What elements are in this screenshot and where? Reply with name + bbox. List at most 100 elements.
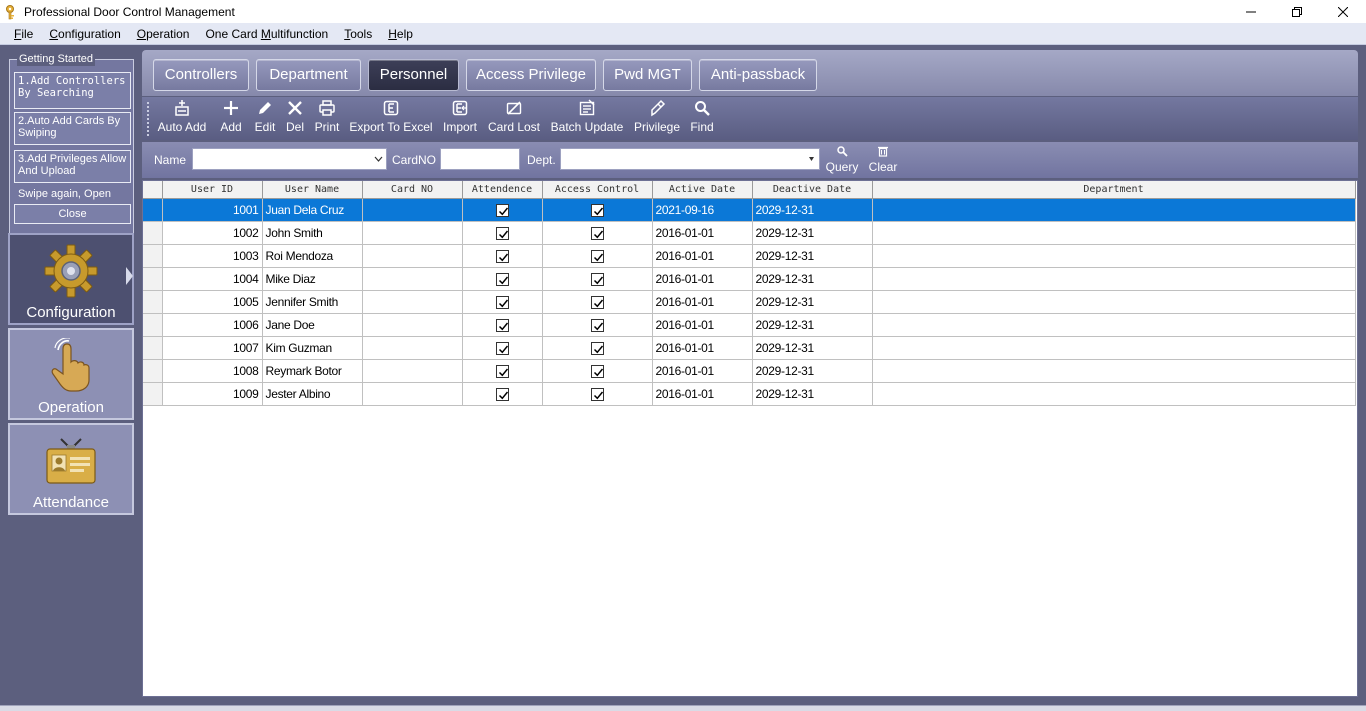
checkbox[interactable] bbox=[590, 295, 604, 309]
tab-personnel[interactable]: Personnel bbox=[368, 59, 459, 91]
personnel-grid[interactable]: User ID User Name Card NO Attendence Acc… bbox=[142, 180, 1358, 697]
checkbox[interactable] bbox=[590, 341, 604, 355]
toolbar-grip[interactable] bbox=[147, 102, 149, 136]
card-no-cell[interactable] bbox=[362, 313, 463, 337]
export-to-excel-button[interactable]: Export To Excel bbox=[348, 99, 434, 139]
column-header-user-id[interactable]: User ID bbox=[162, 181, 263, 199]
row-header-cell[interactable] bbox=[143, 359, 163, 383]
user-name-cell[interactable]: Jane Doe bbox=[262, 313, 363, 337]
access-control-checkbox-cell[interactable] bbox=[542, 359, 653, 383]
access-control-checkbox-cell[interactable] bbox=[542, 198, 653, 222]
checkbox[interactable] bbox=[495, 295, 509, 309]
close-window-button[interactable] bbox=[1320, 0, 1366, 23]
attendance-checkbox-cell[interactable] bbox=[462, 221, 543, 245]
name-combobox[interactable] bbox=[192, 148, 387, 170]
nav-configuration[interactable]: Configuration bbox=[8, 233, 134, 325]
checkbox[interactable] bbox=[495, 364, 509, 378]
row-header-cell[interactable] bbox=[143, 382, 163, 406]
cardno-input[interactable] bbox=[440, 148, 520, 170]
attendance-checkbox-cell[interactable] bbox=[462, 336, 543, 360]
checkbox[interactable] bbox=[495, 203, 509, 217]
getting-started-close-button[interactable]: Close bbox=[14, 204, 131, 224]
checkbox[interactable] bbox=[495, 272, 509, 286]
find-button[interactable]: Find bbox=[688, 99, 716, 139]
edit-button[interactable]: Edit bbox=[250, 99, 280, 139]
card-no-cell[interactable] bbox=[362, 359, 463, 383]
attendance-checkbox-cell[interactable] bbox=[462, 359, 543, 383]
row-header-cell[interactable] bbox=[143, 221, 163, 245]
menu-help[interactable]: Help bbox=[380, 23, 421, 45]
access-control-checkbox-cell[interactable] bbox=[542, 290, 653, 314]
department-cell[interactable] bbox=[872, 359, 1356, 383]
user-name-cell[interactable]: John Smith bbox=[262, 221, 363, 245]
user-name-cell[interactable]: Reymark Botor bbox=[262, 359, 363, 383]
table-row[interactable]: 1008 Reymark Botor 2016-01-01 2029-12-31 bbox=[143, 359, 1356, 383]
department-cell[interactable] bbox=[872, 313, 1356, 337]
table-row[interactable]: 1004 Mike Diaz 2016-01-01 2029-12-31 bbox=[143, 267, 1356, 291]
attendance-checkbox-cell[interactable] bbox=[462, 313, 543, 337]
deactive-date-cell[interactable]: 2029-12-31 bbox=[752, 290, 873, 314]
tab-department[interactable]: Department bbox=[256, 59, 361, 91]
user-id-cell[interactable]: 1006 bbox=[162, 313, 263, 337]
print-button[interactable]: Print bbox=[312, 99, 342, 139]
department-cell[interactable] bbox=[872, 290, 1356, 314]
card-no-cell[interactable] bbox=[362, 244, 463, 268]
query-button[interactable]: Query bbox=[824, 145, 860, 174]
department-cell[interactable] bbox=[872, 336, 1356, 360]
menu-one-card-multifunction[interactable]: One Card Multifunction bbox=[197, 23, 336, 45]
table-row[interactable]: 1007 Kim Guzman 2016-01-01 2029-12-31 bbox=[143, 336, 1356, 360]
active-date-cell[interactable]: 2021-09-16 bbox=[652, 198, 753, 222]
access-control-checkbox-cell[interactable] bbox=[542, 267, 653, 291]
deactive-date-cell[interactable]: 2029-12-31 bbox=[752, 267, 873, 291]
user-id-cell[interactable]: 1003 bbox=[162, 244, 263, 268]
user-name-cell[interactable]: Juan Dela Cruz bbox=[262, 198, 363, 222]
getting-started-step-2[interactable]: 2.Auto Add Cards By Swiping bbox=[14, 112, 131, 145]
user-name-cell[interactable]: Kim Guzman bbox=[262, 336, 363, 360]
delete-button[interactable]: Del bbox=[282, 99, 308, 139]
checkbox[interactable] bbox=[495, 249, 509, 263]
active-date-cell[interactable]: 2016-01-01 bbox=[652, 290, 753, 314]
column-header-active-date[interactable]: Active Date bbox=[652, 181, 753, 199]
checkbox[interactable] bbox=[590, 272, 604, 286]
checkbox[interactable] bbox=[590, 364, 604, 378]
row-header-cell[interactable] bbox=[143, 198, 163, 222]
user-name-cell[interactable]: Mike Diaz bbox=[262, 267, 363, 291]
privilege-button[interactable]: Privilege bbox=[632, 99, 682, 139]
row-header-cell[interactable] bbox=[143, 313, 163, 337]
auto-add-button[interactable]: Auto Add bbox=[154, 99, 210, 139]
card-no-cell[interactable] bbox=[362, 267, 463, 291]
attendance-checkbox-cell[interactable] bbox=[462, 267, 543, 291]
card-no-cell[interactable] bbox=[362, 336, 463, 360]
department-cell[interactable] bbox=[872, 382, 1356, 406]
restore-button[interactable] bbox=[1274, 0, 1320, 23]
row-header-cell[interactable] bbox=[143, 244, 163, 268]
active-date-cell[interactable]: 2016-01-01 bbox=[652, 313, 753, 337]
user-id-cell[interactable]: 1008 bbox=[162, 359, 263, 383]
user-name-cell[interactable]: Jester Albino bbox=[262, 382, 363, 406]
column-header-user-name[interactable]: User Name bbox=[262, 181, 363, 199]
tab-pwd-mgt[interactable]: Pwd MGT bbox=[603, 59, 692, 91]
column-header-department[interactable]: Department bbox=[872, 181, 1356, 199]
table-row[interactable]: 1006 Jane Doe 2016-01-01 2029-12-31 bbox=[143, 313, 1356, 337]
card-no-cell[interactable] bbox=[362, 221, 463, 245]
deactive-date-cell[interactable]: 2029-12-31 bbox=[752, 359, 873, 383]
batch-update-button[interactable]: Batch Update bbox=[550, 99, 624, 139]
active-date-cell[interactable]: 2016-01-01 bbox=[652, 244, 753, 268]
checkbox[interactable] bbox=[495, 341, 509, 355]
access-control-checkbox-cell[interactable] bbox=[542, 382, 653, 406]
column-header-attendence[interactable]: Attendence bbox=[462, 181, 543, 199]
user-name-cell[interactable]: Jennifer Smith bbox=[262, 290, 363, 314]
tab-anti-passback[interactable]: Anti-passback bbox=[699, 59, 817, 91]
checkbox[interactable] bbox=[590, 318, 604, 332]
checkbox[interactable] bbox=[590, 249, 604, 263]
user-id-cell[interactable]: 1002 bbox=[162, 221, 263, 245]
active-date-cell[interactable]: 2016-01-01 bbox=[652, 267, 753, 291]
getting-started-step-3[interactable]: 3.Add Privileges Allow And Upload bbox=[14, 150, 131, 183]
department-cell[interactable] bbox=[872, 244, 1356, 268]
add-button[interactable]: Add bbox=[216, 99, 246, 139]
checkbox[interactable] bbox=[590, 387, 604, 401]
checkbox[interactable] bbox=[495, 226, 509, 240]
user-id-cell[interactable]: 1001 bbox=[162, 198, 263, 222]
user-id-cell[interactable]: 1007 bbox=[162, 336, 263, 360]
table-row[interactable]: 1009 Jester Albino 2016-01-01 2029-12-31 bbox=[143, 382, 1356, 406]
